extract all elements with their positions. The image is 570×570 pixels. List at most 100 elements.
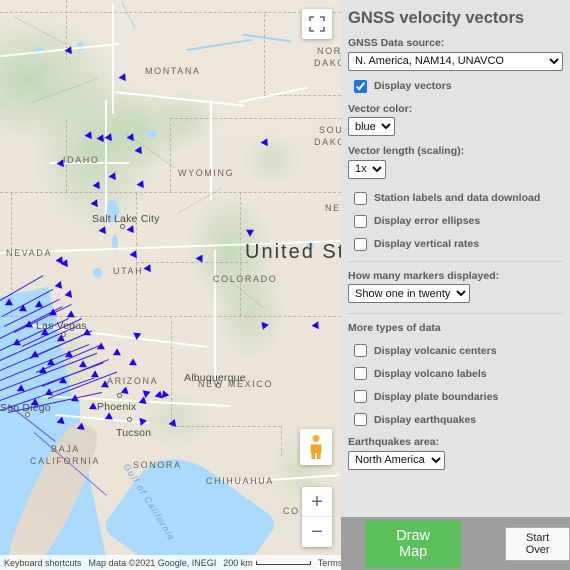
city-dot [120,224,125,229]
earthquakes-area-label: Earthquakes area: [348,436,440,448]
plate-boundaries-row[interactable]: Display plate boundaries [354,390,563,403]
lake-small-6 [306,243,314,249]
volcanic-centers-label[interactable]: Display volcanic centers [374,345,497,357]
app-root: MONTANANORTHDAKOTASOUTHDAKOTAIDAHOWYOMIN… [0,0,570,570]
border-v-9 [281,426,282,456]
velocity-vector [129,250,137,259]
city-dot [25,412,30,417]
city-dot [117,393,122,398]
zoom-in-button[interactable]: + [302,487,332,517]
zoom-out-button[interactable]: − [302,517,332,547]
road-4 [105,100,107,220]
city-dot [61,332,66,337]
velocity-vector [118,73,126,82]
street-view-pegman-button[interactable] [300,429,332,465]
vector-color-select[interactable]: blue [348,117,395,136]
panel-footer: Draw Map Start Over [341,517,570,570]
earthquakes-row[interactable]: Display earthquakes [354,413,563,426]
vertical-rates-row[interactable]: Display vertical rates [354,237,563,251]
map-canvas[interactable]: MONTANANORTHDAKOTASOUTHDAKOTAIDAHOWYOMIN… [0,0,341,570]
pegman-icon [310,434,322,459]
velocity-vector [136,180,144,189]
station-labels-row[interactable]: Station labels and data download [354,191,563,205]
error-ellipses-checkbox[interactable] [354,214,367,228]
border-v-4 [66,120,67,192]
velocity-vector [64,46,72,55]
plate-boundaries-label[interactable]: Display plate boundaries [374,391,498,403]
volcanic-centers-checkbox[interactable] [354,344,367,357]
display-vectors-checkbox[interactable] [354,79,367,93]
velocity-vector [132,332,142,341]
options-panel-body: GNSS velocity vectors GNSS Data source: … [341,0,570,517]
velocity-vector [134,146,142,155]
velocity-vector [260,138,268,147]
vector-color-label: Vector color: [348,102,413,115]
vector-color-field: Vector color: blue [348,102,563,136]
velocity-vector [92,181,100,190]
city-dot [127,417,132,422]
map-attribution-bar: Keyboard shortcuts Map data ©2021 Google… [0,555,341,570]
volcano-labels-checkbox[interactable] [354,367,367,380]
page-title: GNSS velocity vectors [348,9,525,27]
section-divider-1 [348,260,563,262]
border-h-2 [264,95,341,96]
velocity-vector [126,225,134,234]
earthquakes-checkbox[interactable] [354,413,367,426]
vertical-rates-checkbox[interactable] [354,237,367,251]
border-h-1 [0,12,341,13]
border-h-3 [170,118,341,119]
draw-map-button[interactable]: Draw Map [365,519,462,568]
velocity-vector [98,226,106,235]
display-vectors-row[interactable]: Display vectors [354,79,563,93]
fullscreen-icon [309,16,325,32]
volcanic-centers-row[interactable]: Display volcanic centers [354,344,563,357]
vector-length-label: Vector length (scaling): [348,145,465,157]
velocity-vector [195,254,203,263]
markers-select[interactable]: Show one in twenty [348,284,470,303]
more-types-heading: More types of data [348,322,441,334]
terms-of-use-link[interactable]: Terms of Use [318,558,341,568]
city-dot [216,383,221,388]
earthquakes-label[interactable]: Display earthquakes [374,414,476,426]
data-source-select[interactable]: N. America, NAM14, UNAVCO [348,51,563,71]
display-vectors-label[interactable]: Display vectors [374,80,452,92]
velocity-vector [141,390,151,399]
velocity-vector [311,321,319,330]
road-11 [214,250,216,380]
volcano-labels-label[interactable]: Display volcano labels [374,368,487,380]
border-h-7 [171,426,281,427]
section-divider-2 [348,313,563,314]
velocity-vector [108,172,116,181]
map-scale-label: 200 km [223,557,253,568]
error-ellipses-row[interactable]: Display error ellipses [354,214,563,228]
fullscreen-button[interactable] [302,9,332,39]
keyboard-shortcuts-link[interactable]: Keyboard shortcuts [4,558,82,568]
zoom-control[interactable]: + − [302,487,332,547]
velocity-vector [167,418,177,429]
earthquakes-area-select[interactable]: North America [348,450,445,470]
map-scale: 200 km [223,558,311,568]
vector-length-select[interactable]: 1x [348,159,386,179]
border-v-3 [170,118,171,192]
station-labels-label[interactable]: Station labels and data download [374,192,540,204]
lake-small-2 [93,268,102,278]
volcano-labels-row[interactable]: Display volcano labels [354,367,563,380]
border-v-8 [171,316,172,426]
data-source-field: GNSS Data source: N. America, NAM14, UNA… [348,37,563,71]
map-data-attribution: Map data ©2021 Google, INEGI [88,557,217,568]
velocity-vector [104,133,112,142]
plate-boundaries-checkbox[interactable] [354,390,367,403]
data-source-label: GNSS Data source: [348,37,445,49]
vertical-rates-label[interactable]: Display vertical rates [374,238,479,250]
velocity-vector [63,289,73,300]
station-labels-checkbox[interactable] [354,191,367,205]
start-over-button[interactable]: Start Over [505,526,570,561]
border-h-5 [136,262,248,263]
map-scale-bar [255,560,311,565]
border-v-2 [264,14,265,94]
border-v-7 [240,192,241,316]
error-ellipses-label[interactable]: Display error ellipses [374,215,480,227]
great-salt-lake [106,200,119,222]
border-h-4 [0,192,341,193]
velocity-vector [126,133,134,142]
